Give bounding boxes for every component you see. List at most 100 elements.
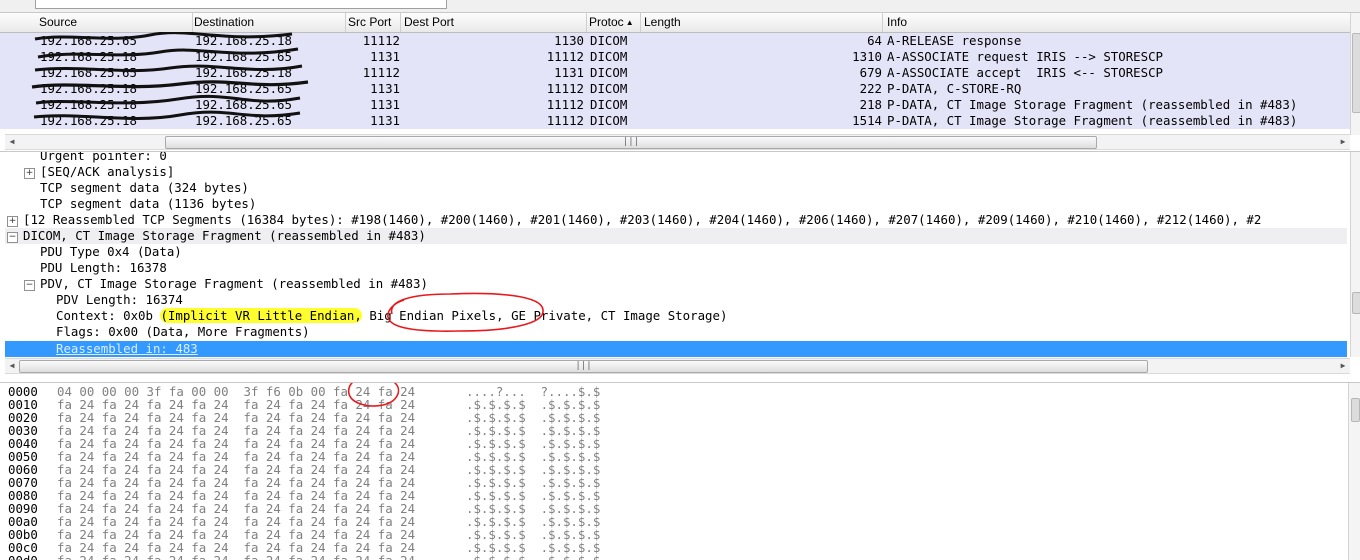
cell-dest-port: 11112 (546, 113, 584, 128)
cell-protocol: DICOM (590, 97, 628, 112)
context-big-endian: Big Endian Pixels, (361, 308, 504, 323)
scroll-right-icon[interactable]: ▶ (1336, 135, 1350, 149)
scroll-left-icon[interactable]: ◀ (5, 135, 19, 149)
context-tail: GE Private, CT Image Storage) (503, 308, 728, 323)
grip-icon: ||| (575, 361, 592, 371)
byte-row[interactable]: 00d0fa 24 fa 24 fa 24 fa 24 fa 24 fa 24 … (8, 554, 600, 560)
filter-box[interactable] (35, 0, 447, 9)
packet-bytes-pane: 0000 04 00 00 00 3f fa 00 00 3f f6 0b 00 … (0, 382, 1360, 560)
context-prefix: Context: 0x0b (56, 308, 161, 323)
cell-source: 192.168.25.18 (40, 49, 137, 64)
cell-src-port: 11112 (362, 65, 400, 80)
cell-destination: 192.168.25.65 (195, 49, 292, 64)
detail-tcp-segment-1[interactable]: TCP segment data (324 bytes) (40, 180, 249, 196)
packet-row[interactable]: 192.168.25.18 192.168.25.65 1131 11112 DICOM… (0, 81, 1350, 97)
detail-reassembled-segments[interactable]: [12 Reassembled TCP Segments (16384 byte… (23, 212, 1261, 228)
packet-details-pane: Urgent pointer: 0 + [SEQ/ACK analysis] T… (0, 151, 1360, 375)
cell-source: 192.168.25.65 (40, 65, 137, 80)
cell-dest-port: 1131 (554, 65, 584, 80)
cell-source: 192.168.25.18 (40, 81, 137, 96)
cell-protocol: DICOM (590, 65, 628, 80)
detail-urgent-pointer[interactable]: Urgent pointer: 0 (40, 152, 167, 164)
byte-hex[interactable]: fa 24 fa 24 fa 24 fa 24 fa 24 fa 24 fa 2… (57, 554, 415, 560)
packet-list-pane: Source Destination Src Port Dest Port Pr… (0, 0, 1360, 150)
cell-length: 64 (867, 33, 882, 48)
selected-row-highlight (5, 341, 1347, 357)
scroll-right-icon[interactable]: ▶ (1336, 359, 1350, 373)
detail-context[interactable]: Context: 0x0b (Implicit VR Little Endian… (56, 308, 727, 324)
toolbar-remnant (0, 0, 1360, 13)
detail-pdv[interactable]: PDV, CT Image Storage Fragment (reassemb… (40, 276, 428, 292)
column-header-info[interactable]: Info (883, 13, 1350, 32)
cell-length: 1514 (852, 113, 882, 128)
cell-length: 1310 (852, 49, 882, 64)
cell-src-port: 1131 (370, 113, 400, 128)
byte-ascii[interactable]: .$.$.$.$ .$.$.$.$ (466, 554, 600, 560)
cell-info: P-DATA, CT Image Storage Fragment (reass… (887, 113, 1298, 128)
cell-info: P-DATA, CT Image Storage Fragment (reass… (887, 97, 1298, 112)
cell-info: A-RELEASE response (887, 33, 1022, 48)
cell-dest-port: 11112 (546, 81, 584, 96)
scroll-thumb[interactable] (1352, 33, 1360, 113)
column-header-dest-port[interactable]: Dest Port (400, 13, 587, 32)
grip-icon: ||| (622, 137, 640, 147)
scroll-thumb[interactable]: ||| (165, 136, 1097, 149)
expand-icon[interactable]: + (7, 216, 18, 227)
detail-pdu-type[interactable]: PDU Type 0x4 (Data) (40, 244, 182, 260)
cell-destination: 192.168.25.65 (195, 97, 292, 112)
cell-info: P-DATA, C-STORE-RQ (887, 81, 1022, 96)
expand-icon[interactable]: + (24, 168, 35, 179)
column-header-destination[interactable]: Destination (190, 13, 346, 32)
cell-protocol: DICOM (590, 33, 628, 48)
cell-source: 192.168.25.65 (40, 33, 137, 48)
cell-length: 679 (859, 65, 882, 80)
cell-protocol: DICOM (590, 49, 628, 64)
detail-dicom[interactable]: DICOM, CT Image Storage Fragment (reasse… (23, 228, 426, 244)
detail-reassembled-in-link[interactable]: Reassembled in: 483 (56, 341, 198, 357)
cell-source: 192.168.25.18 (40, 97, 137, 112)
details-vertical-scrollbar[interactable] (1350, 152, 1360, 357)
scroll-left-icon[interactable]: ◀ (5, 359, 19, 373)
packet-row[interactable]: 192.168.25.18 192.168.25.65 1131 11112 DICOM… (0, 97, 1350, 113)
detail-tcp-segment-2[interactable]: TCP segment data (1136 bytes) (40, 196, 256, 212)
packet-row[interactable]: 192.168.25.18 192.168.25.65 1131 11112 DICOM… (0, 113, 1350, 129)
packet-list-header: Source Destination Src Port Dest Port Pr… (0, 13, 1350, 33)
details-horizontal-scrollbar[interactable]: ◀ ||| ▶ (5, 358, 1350, 374)
cell-info: A-ASSOCIATE request IRIS --> STORESCP (887, 49, 1164, 64)
scroll-thumb[interactable] (1352, 292, 1360, 314)
cell-source: 192.168.25.18 (40, 113, 137, 128)
packet-list-horizontal-scrollbar[interactable]: ◀ ||| ▶ (5, 134, 1350, 150)
column-header-src-port[interactable]: Src Port (344, 13, 401, 32)
cell-destination: 192.168.25.65 (195, 113, 292, 128)
scroll-thumb[interactable] (1351, 398, 1360, 422)
sort-ascending-icon: ▲ (625, 18, 634, 27)
context-highlight: (Implicit VR Little Endian, (160, 308, 362, 323)
packet-row[interactable]: 192.168.25.18 192.168.25.65 1131 11112 DICOM… (0, 49, 1350, 65)
cell-src-port: 1131 (370, 81, 400, 96)
collapse-icon[interactable]: − (24, 280, 35, 291)
cell-length: 218 (859, 97, 882, 112)
cell-dest-port: 11112 (546, 49, 584, 64)
cell-dest-port: 11112 (546, 97, 584, 112)
collapse-icon[interactable]: − (7, 232, 18, 243)
cell-src-port: 11112 (362, 33, 400, 48)
cell-info: A-ASSOCIATE accept IRIS <-- STORESCP (887, 65, 1164, 80)
packet-list-vertical-scrollbar[interactable] (1350, 13, 1360, 135)
cell-protocol: DICOM (590, 81, 628, 96)
packet-row[interactable]: 192.168.25.65 192.168.25.18 11112 1131 DICOM… (0, 65, 1350, 81)
detail-pdv-length[interactable]: PDV Length: 16374 (56, 292, 183, 308)
detail-pdu-length[interactable]: PDU Length: 16378 (40, 260, 167, 276)
cell-protocol: DICOM (590, 113, 628, 128)
cell-length: 222 (859, 81, 882, 96)
cell-destination: 192.168.25.18 (195, 65, 292, 80)
detail-flags[interactable]: Flags: 0x00 (Data, More Fragments) (56, 324, 310, 340)
cell-src-port: 1131 (370, 49, 400, 64)
packet-row[interactable]: 192.168.25.65 192.168.25.18 11112 1130 DICOM… (0, 33, 1350, 49)
scroll-thumb[interactable]: ||| (19, 360, 1148, 373)
detail-seq-ack[interactable]: [SEQ/ACK analysis] (40, 164, 174, 180)
column-header-protocol[interactable]: Protoc ▲ (585, 13, 641, 32)
cell-destination: 192.168.25.65 (195, 81, 292, 96)
bytes-vertical-scrollbar[interactable] (1348, 383, 1360, 560)
column-header-length[interactable]: Length (640, 13, 883, 32)
column-header-source[interactable]: Source (35, 13, 193, 32)
